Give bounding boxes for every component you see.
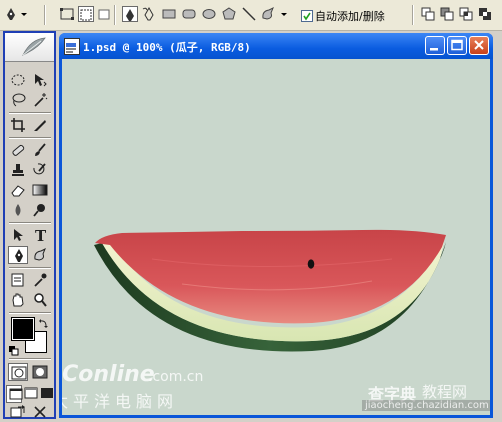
maximize-button[interactable] — [447, 36, 467, 55]
toolbox-header[interactable] — [5, 33, 54, 62]
document-titlebar[interactable]: 1.psd @ 100% (瓜子, RGB/8) — [59, 33, 493, 59]
chazidian-url-watermark: jiaocheng.chazidian.com — [362, 400, 490, 411]
rounded-rectangle-icon[interactable] — [181, 6, 197, 22]
imageready-icon[interactable] — [30, 403, 50, 421]
dodge-tool[interactable] — [30, 201, 50, 219]
gradient-tool[interactable] — [30, 181, 50, 199]
chazidian-sub-watermark: 教程网 — [422, 383, 468, 401]
full-screen-menu-mode-icon[interactable] — [22, 385, 38, 403]
auto-add-delete-checkbox[interactable] — [301, 10, 313, 22]
jump-to-imageready-icon[interactable] — [8, 403, 28, 421]
pen-icon[interactable] — [122, 6, 138, 22]
path-selection-tool[interactable] — [8, 226, 28, 244]
magic-wand-tool[interactable] — [30, 91, 50, 109]
shape-layers-icon[interactable] — [59, 6, 75, 22]
intersect-shape-area-icon[interactable] — [458, 6, 474, 22]
type-tool[interactable]: T — [30, 226, 50, 244]
freeform-pen-icon[interactable] — [141, 6, 157, 22]
minimize-button[interactable] — [425, 36, 445, 55]
pen-tool[interactable] — [8, 246, 28, 264]
standard-screen-mode-icon[interactable] — [6, 385, 23, 403]
custom-shape-icon[interactable] — [260, 6, 276, 22]
close-button[interactable] — [469, 36, 489, 55]
document-title: 1.psd @ 100% (瓜子, RGB/8) — [83, 41, 251, 54]
full-screen-mode-icon[interactable] — [38, 385, 54, 403]
marquee-tool[interactable] — [8, 71, 28, 89]
chevron-down-icon[interactable] — [20, 6, 28, 22]
fill-pixels-icon[interactable] — [96, 6, 112, 22]
default-colors-icon[interactable] — [9, 341, 19, 356]
document-canvas[interactable]: PConline .com.cn 太平洋电脑网 查字典 教程网 jiaochen… — [62, 59, 490, 415]
clone-stamp-tool[interactable] — [8, 161, 28, 179]
line-shape-icon[interactable] — [241, 6, 257, 22]
eyedropper-tool[interactable] — [30, 271, 50, 289]
options-bar: 自动添加/删除 — [0, 0, 502, 31]
feather-logo-icon — [22, 37, 46, 56]
history-brush-tool[interactable] — [30, 161, 50, 179]
zoom-tool[interactable] — [30, 291, 50, 309]
toolbox: T — [3, 31, 56, 419]
swap-colors-icon[interactable] — [38, 314, 49, 328]
pconline-domain-watermark: .com.cn — [148, 369, 204, 385]
exclude-overlap-icon[interactable] — [477, 6, 493, 22]
svg-text:T: T — [35, 227, 47, 243]
psd-document-icon — [64, 38, 80, 55]
pconline-sub-watermark: 太平洋电脑网 — [62, 392, 179, 411]
paths-mode-icon[interactable] — [78, 6, 94, 22]
polygon-shape-icon[interactable] — [221, 6, 237, 22]
chevron-down-icon[interactable] — [280, 6, 288, 22]
healing-brush-tool[interactable] — [8, 141, 28, 159]
standard-mode-icon[interactable] — [8, 363, 28, 381]
brush-tool[interactable] — [30, 141, 50, 159]
pen-tool-preset-icon[interactable] — [3, 6, 19, 22]
pconline-watermark: PConline — [62, 362, 155, 387]
auto-add-delete-label: 自动添加/删除 — [315, 10, 385, 23]
ellipse-shape-icon[interactable] — [201, 6, 217, 22]
crop-tool[interactable] — [8, 116, 28, 134]
add-shape-area-icon[interactable] — [420, 6, 436, 22]
blur-tool[interactable] — [8, 201, 28, 219]
foreground-color-swatch[interactable] — [11, 317, 35, 341]
move-tool[interactable] — [30, 71, 50, 89]
eraser-tool[interactable] — [8, 181, 28, 199]
custom-shape-tool[interactable] — [30, 246, 50, 264]
hand-tool[interactable] — [8, 291, 28, 309]
subtract-shape-area-icon[interactable] — [439, 6, 455, 22]
rectangle-shape-icon[interactable] — [161, 6, 177, 22]
lasso-tool[interactable] — [8, 91, 28, 109]
notes-tool[interactable] — [8, 271, 28, 289]
quick-mask-mode-icon[interactable] — [30, 363, 50, 381]
document-window: 1.psd @ 100% (瓜子, RGB/8) Conline .com.cn… — [59, 33, 493, 418]
slice-tool[interactable] — [30, 116, 50, 134]
